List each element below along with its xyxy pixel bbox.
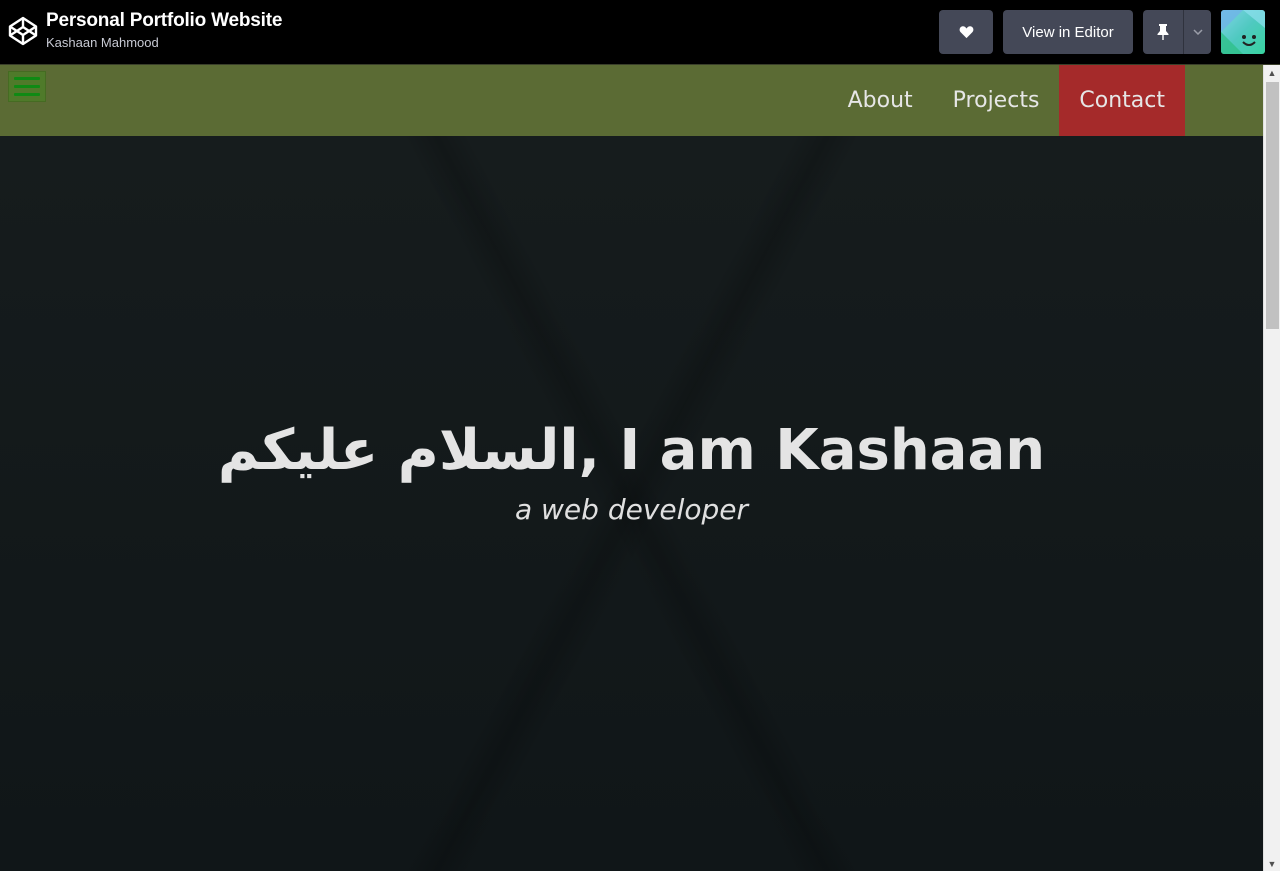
pin-button[interactable]: [1143, 10, 1184, 54]
pen-author-link[interactable]: Kashaan Mahmood: [46, 34, 282, 52]
nav-link-contact[interactable]: Contact: [1059, 65, 1185, 136]
codepen-header: Personal Portfolio Website Kashaan Mahmo…: [0, 0, 1280, 64]
pen-preview: About Projects Contact السلام عليكم, I a…: [0, 64, 1280, 871]
view-in-editor-button[interactable]: View in Editor: [1003, 10, 1133, 54]
nav-links: About Projects Contact: [828, 65, 1185, 136]
scroll-down-arrow-icon[interactable]: ▼: [1264, 856, 1280, 871]
scroll-up-arrow-icon[interactable]: ▲: [1264, 65, 1280, 81]
chevron-down-icon: [1192, 29, 1203, 35]
hero-heading: السلام عليكم, I am Kashaan: [217, 418, 1046, 483]
hero-section: السلام عليكم, I am Kashaan a web develop…: [0, 136, 1263, 871]
pin-button-group: [1143, 10, 1211, 54]
hero-subheading: a web developer: [514, 493, 749, 526]
like-button[interactable]: [939, 10, 993, 54]
pin-icon: [1157, 24, 1169, 40]
codepen-logo-icon[interactable]: [7, 15, 39, 47]
scrollbar-thumb[interactable]: [1266, 82, 1279, 329]
pen-titles: Personal Portfolio Website Kashaan Mahmo…: [46, 9, 282, 52]
vertical-scrollbar[interactable]: ▲ ▼: [1263, 65, 1280, 871]
avatar[interactable]: [1221, 10, 1265, 54]
pin-dropdown-button[interactable]: [1184, 10, 1211, 54]
hamburger-menu-icon[interactable]: [8, 71, 46, 102]
nav-link-about[interactable]: About: [828, 65, 933, 136]
nav-link-projects[interactable]: Projects: [933, 65, 1060, 136]
pen-title: Personal Portfolio Website: [46, 10, 283, 31]
site-navbar: About Projects Contact: [0, 65, 1263, 136]
heart-icon: [959, 26, 973, 39]
avatar-image: [1221, 10, 1265, 54]
